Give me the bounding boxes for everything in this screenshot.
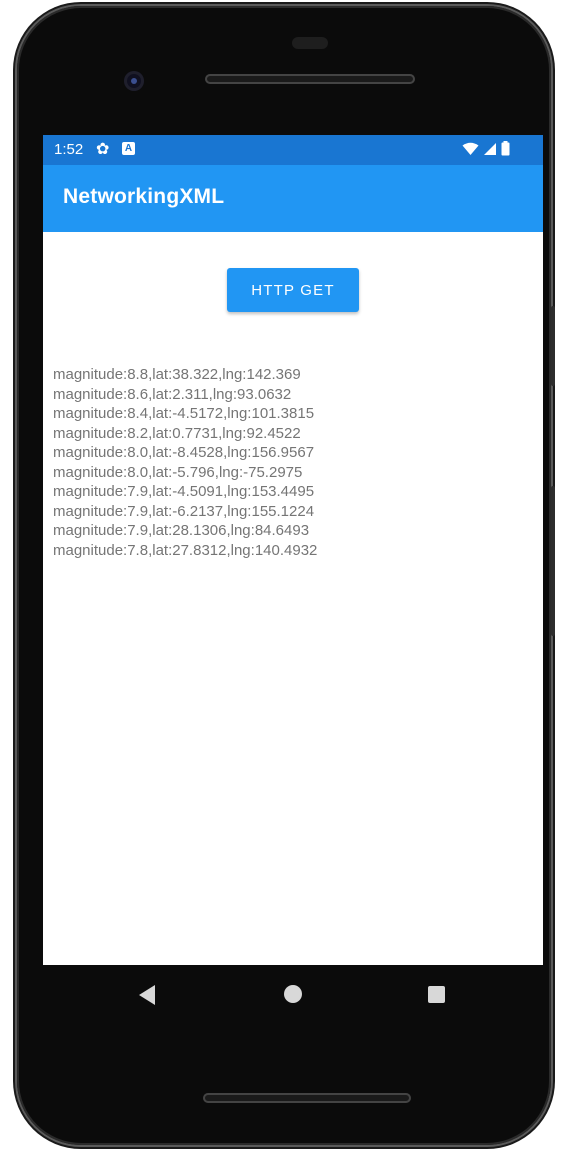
app-title: NetworkingXML [63, 185, 225, 208]
a-notification-icon: A [122, 142, 135, 155]
wifi-icon [462, 142, 479, 155]
status-bar: 1:52 ✿ A [43, 135, 543, 165]
bottom-speaker-grille [203, 1093, 411, 1103]
home-icon[interactable] [284, 985, 302, 1003]
list-item: magnitude:8.0,lat:-8.4528,lng:156.9567 [53, 444, 315, 461]
list-item: magnitude:7.8,lat:27.8312,lng:140.4932 [53, 541, 318, 559]
http-get-button[interactable]: HTTP GET [227, 268, 359, 312]
status-indicators [462, 141, 510, 156]
results-list: magnitude:8.8,lat:38.322,lng:142.369 mag… [53, 365, 317, 560]
signal-icon [484, 142, 496, 155]
list-item: magnitude:7.9,lat:-4.5091,lng:153.4495 [53, 483, 315, 500]
app-bar: NetworkingXML [43, 165, 543, 232]
front-camera [124, 71, 144, 91]
volume-button [551, 486, 555, 636]
list-item: magnitude:7.9,lat:-6.2137,lng:155.1224 [53, 502, 315, 520]
list-item: magnitude:8.6,lat:2.311,lng:93.0632 [53, 385, 292, 403]
battery-icon [501, 141, 510, 156]
list-item: magnitude:8.8,lat:38.322,lng:142.369 [53, 366, 301, 383]
navigation-bar [43, 965, 543, 1025]
top-speaker-grille [205, 74, 415, 84]
gear-icon: ✿ [96, 141, 110, 158]
status-time: 1:52 [54, 141, 84, 158]
power-button [551, 306, 555, 386]
list-item: magnitude:8.4,lat:-4.5172,lng:101.3815 [53, 405, 315, 422]
list-item: magnitude:7.9,lat:28.1306,lng:84.6493 [53, 522, 310, 539]
list-item: magnitude:8.0,lat:-5.796,lng:-75.2975 [53, 463, 303, 481]
earpiece [292, 37, 328, 49]
list-item: magnitude:8.2,lat:0.7731,lng:92.4522 [53, 424, 301, 442]
screen: 1:52 ✿ A NetworkingXML HTTP GET magnitud… [43, 135, 543, 965]
recents-icon[interactable] [428, 986, 445, 1003]
back-icon[interactable] [139, 985, 155, 1005]
